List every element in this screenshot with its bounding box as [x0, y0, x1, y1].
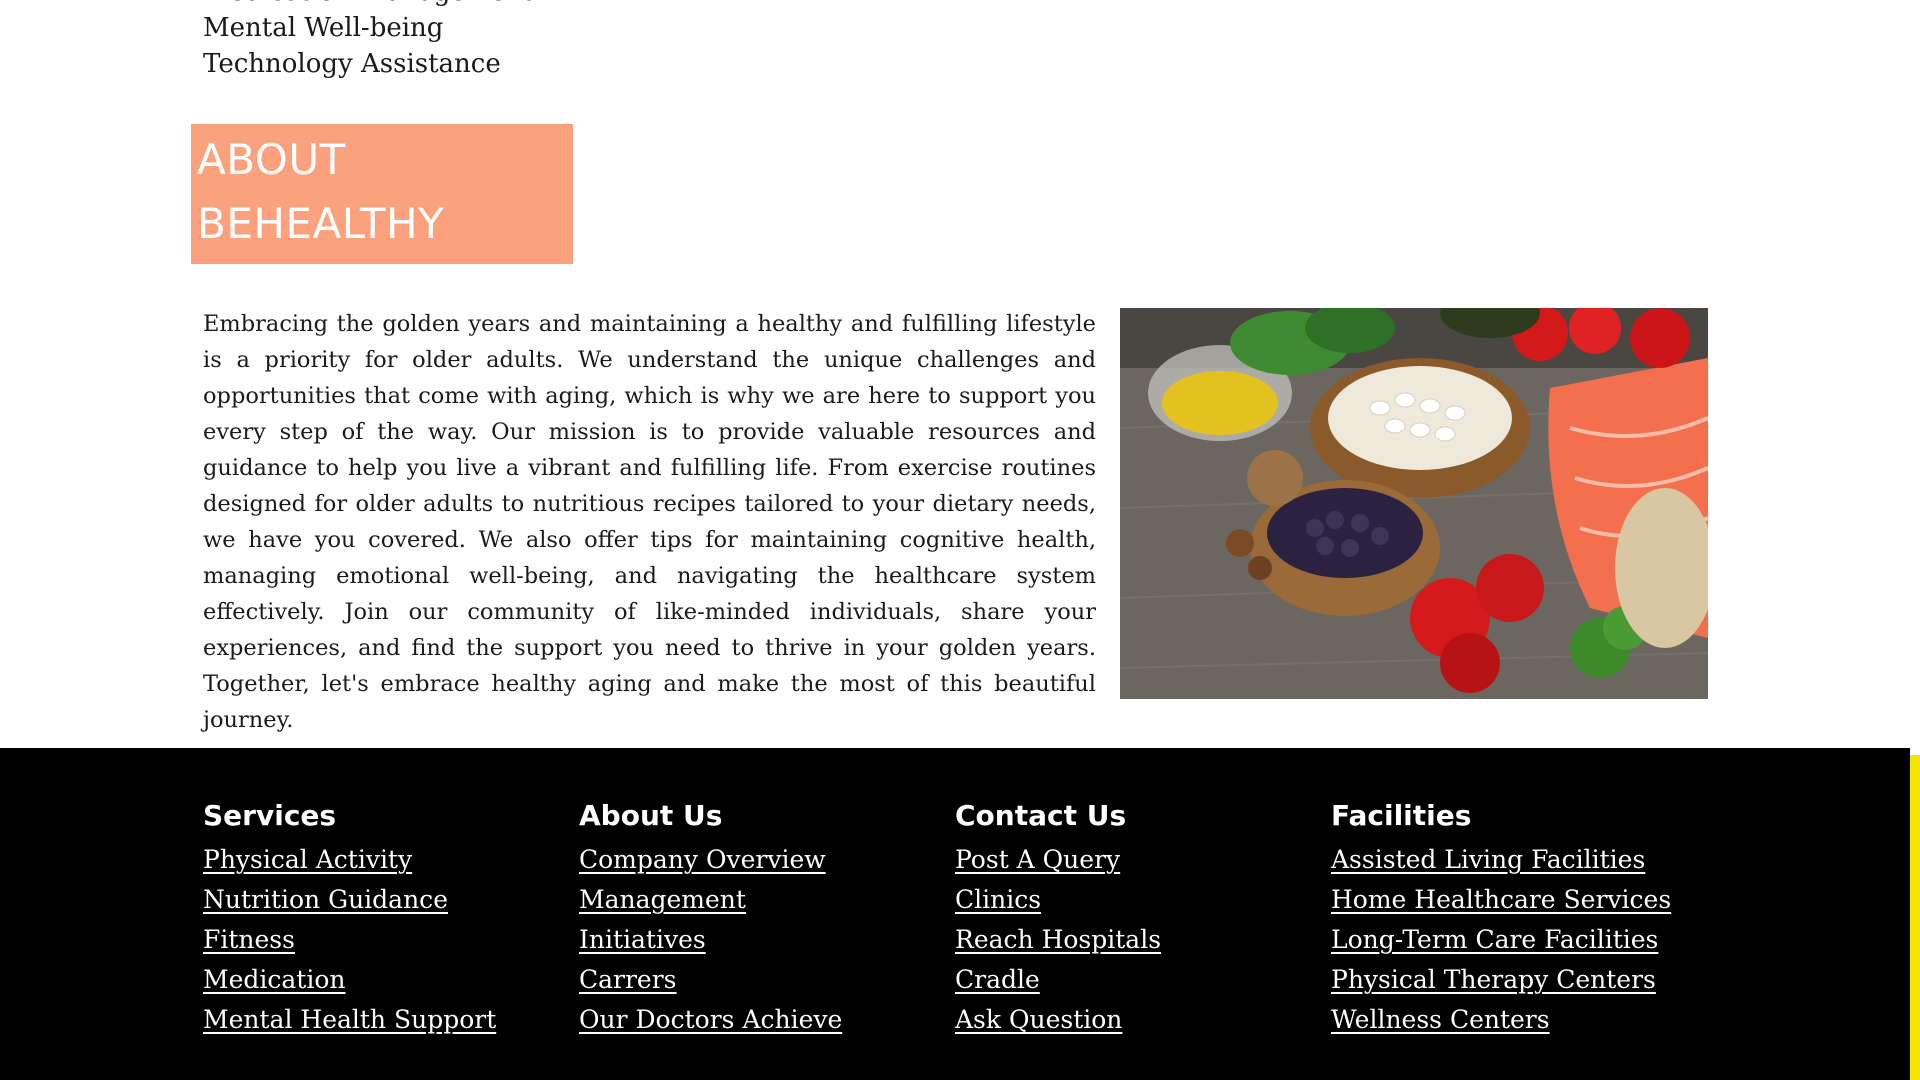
footer-link-assisted-living-facilities[interactable]: Assisted Living Facilities	[1331, 845, 1645, 874]
footer-link-mental-health-support[interactable]: Mental Health Support	[203, 1005, 496, 1034]
footer-link-list: Assisted Living Facilities Home Healthca…	[1331, 840, 1671, 1040]
footer-link-nutrition-guidance[interactable]: Nutrition Guidance	[203, 885, 448, 914]
footer-link-home-healthcare-services[interactable]: Home Healthcare Services	[1331, 885, 1671, 914]
footer-link-physical-therapy-centers[interactable]: Physical Therapy Centers	[1331, 965, 1656, 994]
footer-link-list: Physical Activity Nutrition Guidance Fit…	[203, 840, 496, 1040]
footer-column-about-us: About Us Company Overview Management Ini…	[579, 798, 842, 1040]
services-list: Medication Management Mental Well-being …	[203, 0, 533, 82]
footer-link-long-term-care-facilities[interactable]: Long-Term Care Facilities	[1331, 925, 1658, 954]
page: Medication Management Mental Well-being …	[0, 0, 1920, 1080]
services-list-item: Mental Well-being	[203, 13, 444, 43]
footer-column-title: Services	[203, 799, 337, 832]
footer-link-our-doctors-achieve[interactable]: Our Doctors Achieve	[579, 1005, 842, 1034]
scrollbar-thumb[interactable]	[1910, 755, 1920, 1080]
footer-link-carrers[interactable]: Carrers	[579, 965, 677, 994]
footer-link-post-a-query[interactable]: Post A Query	[955, 845, 1120, 874]
footer-link-medication[interactable]: Medication	[203, 965, 346, 994]
footer-column-title: About Us	[579, 799, 723, 832]
footer-column-facilities: Facilities Assisted Living Facilities Ho…	[1331, 798, 1671, 1040]
footer-link-list: Post A Query Clinics Reach Hospitals Cra…	[955, 840, 1161, 1040]
footer-column-title: Contact Us	[955, 799, 1127, 832]
footer-link-cradle[interactable]: Cradle	[955, 965, 1040, 994]
footer: Services Physical Activity Nutrition Gui…	[0, 748, 1910, 1080]
about-heading: ABOUT BEHEALTHY	[197, 128, 573, 256]
footer-link-management[interactable]: Management	[579, 885, 746, 914]
about-heading-box: ABOUT BEHEALTHY	[191, 124, 573, 264]
footer-column-title: Facilities	[1331, 799, 1472, 832]
footer-link-wellness-centers[interactable]: Wellness Centers	[1331, 1005, 1550, 1034]
footer-link-company-overview[interactable]: Company Overview	[579, 845, 826, 874]
footer-link-ask-question[interactable]: Ask Question	[955, 1005, 1122, 1034]
footer-link-clinics[interactable]: Clinics	[955, 885, 1041, 914]
about-heading-line: BEHEALTHY	[197, 199, 445, 248]
services-list-item: Technology Assistance	[203, 49, 501, 79]
footer-link-initiatives[interactable]: Initiatives	[579, 925, 706, 954]
about-paragraph: Embracing the golden years and maintaini…	[203, 311, 1096, 733]
footer-link-reach-hospitals[interactable]: Reach Hospitals	[955, 925, 1161, 954]
footer-link-physical-activity[interactable]: Physical Activity	[203, 845, 412, 874]
footer-link-list: Company Overview Management Initiatives …	[579, 840, 842, 1040]
about-heading-line: ABOUT	[197, 135, 346, 184]
footer-link-fitness[interactable]: Fitness	[203, 925, 295, 954]
healthy-food-image	[1120, 308, 1708, 699]
footer-column-services: Services Physical Activity Nutrition Gui…	[203, 798, 496, 1040]
footer-column-contact-us: Contact Us Post A Query Clinics Reach Ho…	[955, 798, 1161, 1040]
services-list-item: Medication Management	[203, 0, 533, 10]
